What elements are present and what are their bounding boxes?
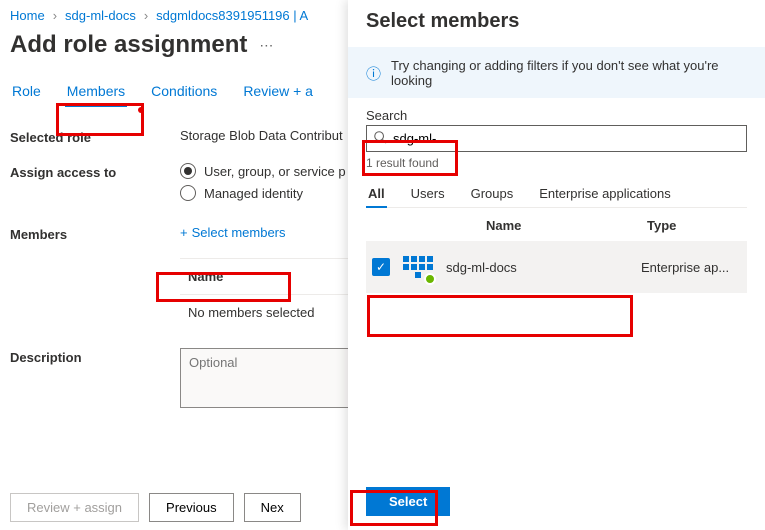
- result-row[interactable]: ✓ sdg-ml-docs Enterprise ap...: [366, 241, 747, 293]
- panel-tab-groups[interactable]: Groups: [469, 180, 516, 207]
- tab-role[interactable]: Role: [10, 77, 43, 105]
- panel-tab-users[interactable]: Users: [409, 180, 447, 207]
- col-header-type: Type: [647, 218, 747, 233]
- info-bar: ⓘ Try changing or adding filters if you …: [348, 47, 765, 98]
- panel-tab-enterprise[interactable]: Enterprise applications: [537, 180, 673, 207]
- info-icon: ⓘ: [366, 63, 381, 84]
- selected-role-label: Selected role: [10, 128, 180, 145]
- col-header-name: Name: [486, 218, 647, 233]
- search-icon: [373, 130, 387, 147]
- select-button[interactable]: Select: [366, 487, 450, 516]
- radio-user-group[interactable]: [180, 163, 196, 179]
- panel-tab-all[interactable]: All: [366, 180, 387, 207]
- plus-icon: +: [180, 225, 188, 240]
- previous-button[interactable]: Previous: [149, 493, 234, 522]
- tab-members[interactable]: Members: [65, 77, 127, 105]
- info-text: Try changing or adding filters if you do…: [391, 58, 747, 88]
- breadcrumb-item-1[interactable]: sdg-ml-docs: [65, 8, 136, 23]
- chevron-right-icon: ›: [53, 8, 57, 23]
- search-label: Search: [366, 108, 747, 123]
- select-members-link[interactable]: + Select members: [180, 225, 286, 240]
- panel-title: Select members: [348, 0, 765, 47]
- breadcrumb-item-2[interactable]: sdgmldocs8391951196 | A: [156, 8, 308, 23]
- result-type: Enterprise ap...: [641, 260, 741, 275]
- breadcrumb-home[interactable]: Home: [10, 8, 45, 23]
- more-menu-icon[interactable]: ⋯: [259, 37, 274, 54]
- enterprise-app-icon: [402, 251, 434, 283]
- radio-managed-identity[interactable]: [180, 185, 196, 201]
- result-name: sdg-ml-docs: [446, 260, 629, 275]
- checkbox-checked-icon[interactable]: ✓: [372, 258, 390, 276]
- search-box[interactable]: [366, 125, 747, 152]
- next-button[interactable]: Nex: [244, 493, 301, 522]
- description-label: Description: [10, 348, 180, 365]
- search-input[interactable]: [393, 131, 740, 146]
- chevron-right-icon: ›: [144, 8, 148, 23]
- assign-access-label: Assign access to: [10, 163, 180, 180]
- result-count: 1 result found: [366, 152, 747, 180]
- select-members-panel: Select members ⓘ Try changing or adding …: [348, 0, 765, 530]
- page-title: Add role assignment: [10, 31, 247, 59]
- tab-review[interactable]: Review + a: [241, 77, 315, 105]
- review-assign-button[interactable]: Review + assign: [10, 493, 139, 522]
- radio-managed-identity-label: Managed identity: [204, 186, 303, 201]
- radio-user-group-label: User, group, or service p: [204, 164, 346, 179]
- tab-conditions[interactable]: Conditions: [149, 77, 219, 105]
- members-label: Members: [10, 225, 180, 242]
